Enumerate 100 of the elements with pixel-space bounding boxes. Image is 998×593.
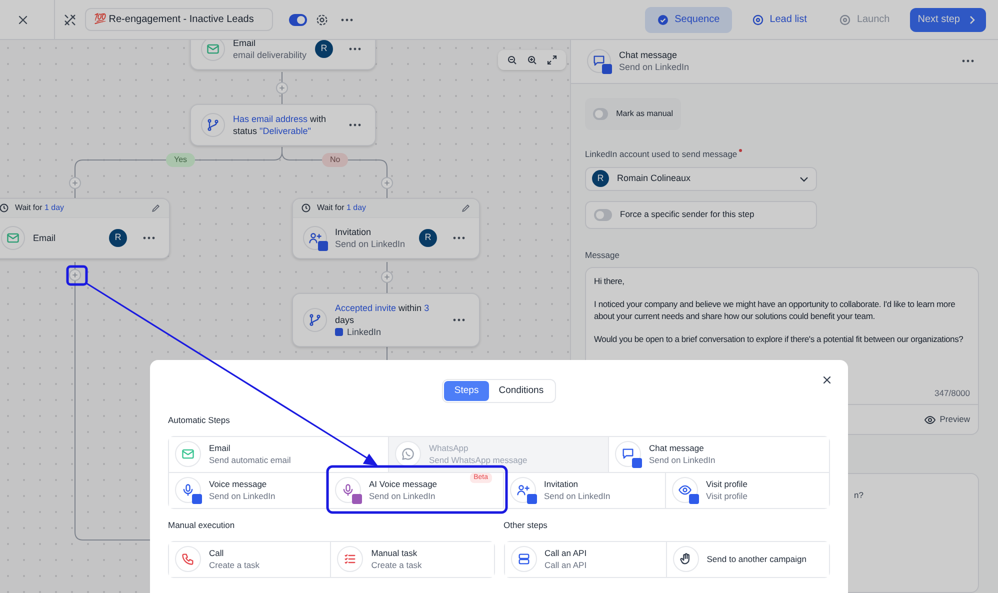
field-label: Message	[585, 248, 620, 262]
phone-bubble-icon	[395, 441, 421, 468]
section-title: Automatic Steps	[168, 414, 231, 427]
section-title: Manual execution	[168, 518, 236, 532]
more-icon[interactable]	[341, 18, 353, 22]
step-title: Chat message	[619, 49, 678, 62]
pencil-icon[interactable]	[461, 203, 471, 213]
eye-icon	[672, 477, 698, 504]
step-option[interactable]: Voice message Send on LinkedIn	[169, 472, 329, 508]
branch-icon	[303, 308, 327, 332]
step-option[interactable]: Call Create a task	[169, 542, 332, 576]
toggle-label: Mark as manual	[616, 108, 673, 120]
toggle-switch[interactable]	[593, 108, 608, 120]
step-subtitle: email deliverability	[233, 49, 307, 61]
zoom-in-icon[interactable]	[526, 54, 538, 66]
expand-icon[interactable]	[546, 54, 558, 66]
step-title: Has email address with status "Deliverable"	[233, 113, 328, 137]
step-title: Accepted invite within 3 days	[335, 302, 430, 326]
hand-icon	[672, 546, 699, 572]
message-text: n?	[854, 490, 864, 500]
microphone-icon	[335, 477, 361, 504]
option-title: Manual task	[371, 547, 418, 559]
server-icon	[510, 546, 536, 572]
toggle-switch[interactable]	[289, 14, 307, 26]
segment-tab[interactable]: Conditions	[488, 381, 554, 401]
option-subtitle: Send on LinkedIn	[649, 454, 716, 466]
pencil-icon[interactable]	[151, 203, 161, 213]
option-title: Invitation	[544, 478, 580, 490]
connector-line	[386, 344, 388, 360]
envelope-icon	[175, 441, 201, 468]
option-subtitle: Send on LinkedIn	[369, 490, 436, 502]
close-icon[interactable]	[821, 374, 833, 386]
condition-card[interactable]: Accepted invite within 3 days LinkedIn	[292, 293, 480, 347]
next-step-button[interactable]: Next step	[910, 8, 986, 32]
zoom-out-icon[interactable]	[506, 54, 518, 66]
option-title: Call	[209, 547, 225, 559]
clock-icon	[0, 203, 9, 213]
condition-card[interactable]: Has email address with status "Deliverable"	[190, 104, 376, 146]
toggle-label: Force a specific sender for this step	[620, 208, 754, 221]
plus-icon	[384, 180, 390, 186]
message-text: Hi there, I noticed your company and believe we might have an opportunity to collaborate. I'd like to learn more about your current needs and share how our solutions could benefit your team. Would you be open to a brief conversation to explore if there's a potential fit between our organizations?	[593, 275, 964, 346]
circle-icon	[838, 14, 851, 26]
branch-icon	[201, 113, 225, 137]
connector-line	[386, 262, 388, 294]
plus-icon	[72, 272, 78, 278]
preview-button[interactable]: Preview	[924, 413, 970, 426]
option-title: Visit profile	[706, 478, 748, 490]
option-subtitle: Visit profile	[706, 490, 748, 502]
account-name: Romain Colineaux	[617, 172, 692, 185]
option-subtitle: Call an API	[544, 559, 587, 571]
avatar: R	[315, 40, 333, 58]
more-icon[interactable]	[453, 236, 465, 240]
character-counter: 347/8000	[934, 387, 971, 400]
speech-bubble-icon	[615, 441, 641, 468]
nav-tab[interactable]: Lead list	[740, 6, 819, 32]
plus-icon	[384, 274, 390, 280]
option-title: Send to another campaign	[706, 553, 806, 565]
segment-tab[interactable]: Steps	[444, 381, 489, 401]
option-subtitle: Send on LinkedIn	[209, 490, 276, 502]
speech-bubble-icon	[587, 49, 611, 74]
branch-label: Yes	[166, 153, 196, 167]
step-subtitle: Send on LinkedIn	[335, 238, 406, 250]
nav-tab[interactable]: Sequence	[644, 6, 732, 32]
more-icon[interactable]	[143, 236, 155, 240]
checklist-icon	[337, 546, 364, 572]
avatar: R	[592, 170, 609, 187]
section-title: Other steps	[504, 518, 548, 532]
add-person-icon	[510, 477, 536, 504]
step-title: Invitation	[335, 226, 372, 238]
step-option[interactable]: Email Send automatic email	[169, 436, 389, 472]
step-subtitle: Send on LinkedIn	[619, 61, 690, 74]
toggle-switch[interactable]	[594, 208, 612, 220]
clock-icon	[301, 203, 311, 213]
account-select[interactable]: R Romain Colineaux	[585, 166, 817, 190]
step-card[interactable]: Wait for 1 day Invitation Send on LinkedIn R	[292, 198, 480, 259]
check-circle-icon	[656, 14, 669, 26]
settings-icon[interactable]	[315, 12, 329, 26]
avatar: R	[109, 229, 127, 247]
more-icon[interactable]	[349, 47, 361, 51]
option-title: AI Voice message	[369, 478, 438, 490]
more-icon[interactable]	[349, 123, 361, 127]
phone-icon	[175, 546, 201, 572]
highlight-frame	[66, 265, 88, 286]
plus-icon	[72, 180, 78, 186]
option-title: Voice message	[209, 478, 268, 490]
step-option[interactable]: Call an API Call an API	[504, 542, 667, 576]
step-title: Email	[33, 232, 57, 244]
envelope-icon	[1, 226, 25, 250]
more-icon[interactable]	[962, 59, 974, 64]
campaign-name-field[interactable]: 💯 Re-engagement - Inactive Leads	[85, 8, 273, 31]
option-title: Call an API	[544, 547, 587, 559]
plus-icon	[279, 85, 285, 91]
option-subtitle: Create a task	[209, 559, 260, 571]
tools-icon[interactable]	[63, 12, 77, 26]
option-subtitle: Send on LinkedIn	[544, 490, 610, 502]
step-card[interactable]: Wait for 1 day Email R	[0, 198, 170, 259]
avatar: R	[419, 229, 437, 247]
circle-icon	[752, 14, 764, 26]
more-icon[interactable]	[453, 318, 465, 322]
option-title: Chat message	[649, 442, 705, 454]
